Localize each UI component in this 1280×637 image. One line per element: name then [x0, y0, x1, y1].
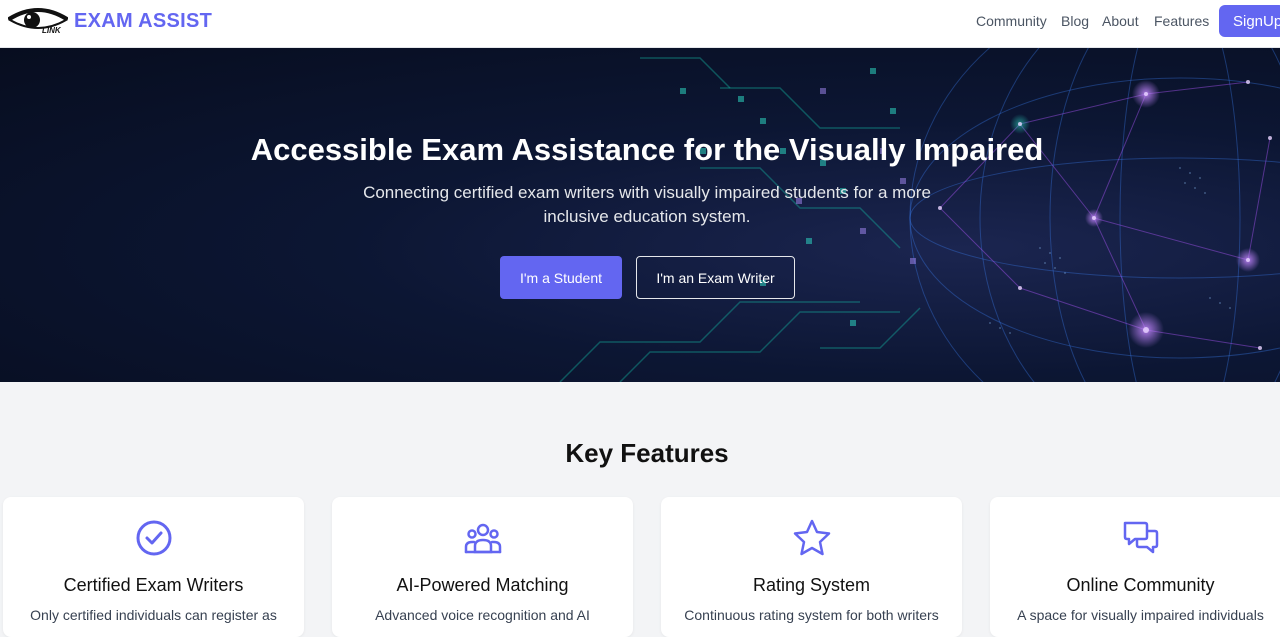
nav-link-community[interactable]: Community	[976, 13, 1047, 29]
feature-card-title: AI-Powered Matching	[396, 575, 569, 595]
feature-card-certified-writers: Certified Exam Writers Only certified in…	[3, 497, 304, 637]
star-icon	[793, 519, 830, 556]
brand-name: EXAM ASSIST	[74, 10, 213, 32]
nav-link-blog[interactable]: Blog	[1061, 13, 1089, 29]
hero-title: Accessible Exam Assistance for the Visua…	[250, 132, 1044, 167]
feature-card-description: Advanced voice recognition and AI	[375, 607, 590, 623]
hero-subtitle: Connecting certified exam writers with v…	[363, 183, 931, 226]
feature-card-rating-system: Rating System Continuous rating system f…	[661, 497, 962, 637]
feature-card-online-community: Online Community A space for visually im…	[990, 497, 1280, 637]
feature-card-title: Online Community	[1066, 575, 1215, 595]
feature-card-description: A space for visually impaired individual…	[1017, 607, 1264, 623]
features-title: Key Features	[565, 438, 729, 468]
logo-text: LINK	[42, 26, 62, 35]
brand[interactable]: LINK EXAM ASSIST	[8, 6, 212, 38]
chat-icon	[1123, 521, 1158, 554]
nav-link-features[interactable]: Features	[1154, 13, 1209, 29]
exam-writer-button[interactable]: I'm an Exam Writer	[636, 256, 795, 299]
feature-card-description: Only certified individuals can register …	[30, 607, 277, 623]
feature-card-title: Rating System	[752, 575, 871, 595]
users-icon	[464, 523, 501, 554]
feature-card-description: Continuous rating system for both writer…	[684, 607, 939, 623]
navbar: LINK EXAM ASSIST Community Blog About Fe…	[0, 0, 1280, 48]
features-section: Key Features Certified Exam Writers Only…	[0, 382, 1280, 637]
signup-button[interactable]: SignUp	[1219, 5, 1280, 37]
student-button[interactable]: I'm a Student	[500, 256, 622, 299]
eye-icon: LINK	[8, 8, 68, 35]
feature-card-title: Certified Exam Writers	[63, 575, 244, 595]
hero: Accessible Exam Assistance for the Visua…	[0, 48, 1280, 382]
nav-link-about[interactable]: About	[1102, 13, 1139, 29]
feature-card-ai-matching: AI-Powered Matching Advanced voice recog…	[332, 497, 633, 637]
check-circle-icon	[136, 520, 171, 556]
